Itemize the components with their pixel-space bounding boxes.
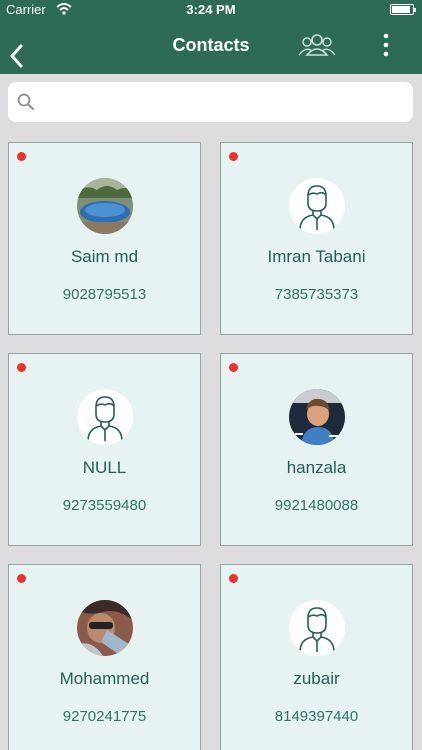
contact-phone: 8149397440 bbox=[274, 708, 359, 725]
contact-card[interactable]: Mohammed 9270241775 bbox=[8, 564, 201, 750]
contact-avatar-person-icon bbox=[289, 600, 345, 656]
status-dot bbox=[17, 363, 26, 372]
contact-avatar-selfie-photo bbox=[77, 600, 133, 656]
contact-name: Mohammed bbox=[59, 669, 150, 688]
navigation-bar: Carrier 3:24 PM Contacts bbox=[0, 0, 422, 74]
status-time: 3:24 PM bbox=[186, 2, 236, 17]
contact-phone: 9028795513 bbox=[62, 286, 147, 303]
contact-card[interactable]: hanzala 9921480088 bbox=[220, 353, 413, 546]
search-input[interactable] bbox=[42, 82, 402, 122]
status-dot bbox=[229, 574, 238, 583]
contact-name: hanzala bbox=[286, 458, 347, 477]
search-box[interactable] bbox=[8, 82, 413, 122]
status-dot bbox=[229, 152, 238, 161]
contact-name: zubair bbox=[293, 669, 340, 688]
search-bar-container bbox=[0, 74, 422, 130]
contact-avatar-pool-photo bbox=[77, 178, 133, 234]
status-dot bbox=[229, 363, 238, 372]
contact-phone: 9270241775 bbox=[62, 708, 147, 725]
contact-avatar-person-icon bbox=[77, 389, 133, 445]
search-icon bbox=[17, 93, 34, 110]
status-dot bbox=[17, 152, 26, 161]
contact-card[interactable]: zubair 8149397440 bbox=[220, 564, 413, 750]
status-bar: Carrier 3:24 PM bbox=[0, 0, 422, 20]
page-title: Contacts bbox=[172, 35, 250, 55]
contact-name: NULL bbox=[82, 458, 127, 477]
contacts-grid: Saim md 9028795513 Imran Tabani 73857353… bbox=[0, 132, 422, 750]
contact-avatar-person-icon bbox=[289, 178, 345, 234]
battery-icon bbox=[390, 4, 416, 15]
contact-phone: 9273559480 bbox=[62, 497, 147, 514]
contact-card[interactable]: NULL 9273559480 bbox=[8, 353, 201, 546]
contact-card[interactable]: Saim md 9028795513 bbox=[8, 142, 201, 335]
status-dot bbox=[17, 574, 26, 583]
contact-phone: 9921480088 bbox=[274, 497, 359, 514]
contact-avatar-person-photo bbox=[289, 389, 345, 445]
contact-name: Imran Tabani bbox=[267, 247, 366, 266]
contact-phone: 7385735373 bbox=[274, 286, 359, 303]
group-icon[interactable] bbox=[297, 31, 337, 59]
more-vertical-icon[interactable] bbox=[376, 30, 396, 60]
contact-card[interactable]: Imran Tabani 7385735373 bbox=[220, 142, 413, 335]
contact-name: Saim md bbox=[70, 247, 139, 266]
